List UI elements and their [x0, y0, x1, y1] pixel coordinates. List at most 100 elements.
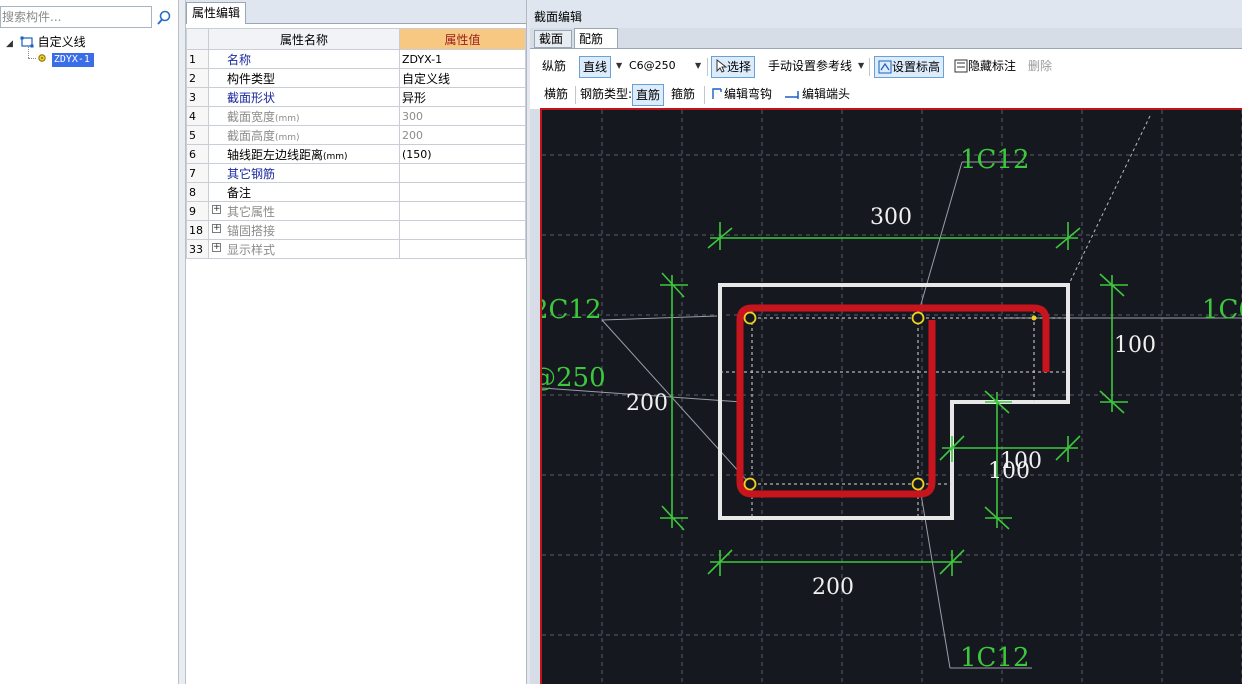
straight-bar-button[interactable]: 直筋 — [632, 84, 665, 106]
property-row[interactable]: 1 名称 ZDYX-1 — [186, 49, 526, 69]
property-name: + 显示样式 — [208, 239, 400, 259]
dim-step-height: 100 — [988, 459, 1030, 484]
tree-expand-icon[interactable]: ◢ — [6, 36, 16, 52]
tab-rebar[interactable]: 配筋 — [574, 28, 618, 49]
tree-item-zdyx-1[interactable]: ZDYX-1 — [30, 50, 94, 67]
search-icon[interactable] — [154, 8, 174, 28]
straight-line-button[interactable]: 直线 — [579, 56, 612, 78]
edit-end-icon — [784, 86, 802, 100]
edit-hook-icon — [710, 86, 724, 100]
property-editor-panel: 属性编辑 属性名称 属性值 1 名称 ZDYX-1 2 构件类型 自定义线 3 — [186, 0, 526, 684]
reference-lines — [720, 310, 1068, 518]
row-number: 33 — [186, 239, 209, 259]
property-value[interactable]: 异形 — [399, 87, 526, 107]
property-value[interactable]: 自定义线 — [399, 68, 526, 88]
manual-ref-line-button[interactable]: 手动设置参考线 — [768, 55, 852, 77]
dim-bottom-width: 200 — [812, 575, 854, 600]
property-name: 截面形状 — [208, 87, 400, 107]
longitudinal-label: 纵筋 — [542, 59, 567, 73]
property-name: + 其它属性 — [208, 201, 400, 221]
expand-plus-icon[interactable]: + — [212, 224, 221, 233]
row-number: 4 — [186, 106, 209, 126]
rebar-label-top: 1C12 — [960, 145, 1030, 175]
rebar-point[interactable] — [743, 477, 757, 491]
property-name: 名称 — [208, 49, 400, 69]
delete-button[interactable]: 删除 — [1028, 55, 1052, 77]
property-value[interactable]: 200 — [399, 125, 526, 145]
set-elevation-button[interactable]: 设置标高 — [874, 56, 945, 78]
rebar-type-label: 钢筋类型: — [580, 87, 633, 101]
property-name: 备注 — [208, 182, 400, 202]
property-value[interactable]: ZDYX-1 — [399, 49, 526, 69]
property-value[interactable] — [399, 182, 526, 202]
row-number: 2 — [186, 68, 209, 88]
hide-annotation-icon — [954, 58, 968, 73]
row-number: 1 — [186, 49, 209, 69]
rebar-point[interactable] — [911, 311, 925, 325]
manual-ref-dropdown-icon[interactable]: ▼ — [858, 55, 864, 77]
dim-right-height: 100 — [1114, 333, 1156, 358]
section-drawing-canvas[interactable]: 300 200 100 100 100 200 1C12 2C12 @250 1… — [540, 108, 1242, 686]
expand-plus-icon[interactable]: + — [212, 243, 221, 252]
tab-property-edit[interactable]: 属性编辑 — [186, 2, 247, 24]
property-row[interactable]: 3 截面形状 异形 — [186, 87, 526, 107]
expand-plus-icon[interactable]: + — [212, 205, 221, 214]
property-group-row[interactable]: 18 + 锚固搭接 — [186, 220, 526, 240]
straight-dropdown-icon[interactable]: ▼ — [616, 55, 622, 77]
dim-left-height: 200 — [626, 391, 668, 416]
unit-label: (mm) — [323, 151, 348, 162]
dimension-lines — [660, 222, 1128, 576]
rebar-toolbar: 纵筋 直线 ▼ C6@250 ▼ 选择 手动设置参考线 ▼ 设置标高 隐藏标注 … — [530, 48, 1242, 109]
property-value[interactable]: (150) — [399, 144, 526, 164]
cursor-arrow-icon — [715, 58, 728, 73]
property-value — [399, 220, 526, 240]
tab-section[interactable]: 截面 — [534, 30, 572, 48]
rebar-point[interactable] — [911, 477, 925, 491]
property-value — [399, 239, 526, 259]
rebar-point[interactable] — [1031, 315, 1037, 321]
rebar-point[interactable] — [743, 311, 757, 325]
rebar-label-distribution: @250 — [542, 363, 606, 393]
tree-item-label: ZDYX-1 — [51, 53, 94, 67]
property-value[interactable]: 300 — [399, 106, 526, 126]
search-input[interactable]: 搜索构件... — [0, 6, 152, 28]
property-name: 轴线距左边线距离(mm) — [208, 144, 400, 164]
edit-hook-button[interactable]: 编辑弯钩 — [710, 83, 772, 105]
property-row[interactable]: 5 截面高度(mm) 200 — [186, 125, 526, 145]
rebar-label-bottom: 1C12 — [960, 643, 1030, 673]
property-value[interactable] — [399, 163, 526, 183]
property-name: 截面宽度(mm) — [208, 106, 400, 126]
grid-header-row: 属性名称 属性值 — [186, 28, 526, 50]
property-row[interactable]: 7 其它钢筋 — [186, 163, 526, 183]
stirrup-button[interactable]: 箍筋 — [671, 83, 695, 105]
hide-annotation-button[interactable]: 隐藏标注 — [954, 55, 1016, 77]
edit-end-button[interactable]: 编辑端头 — [784, 83, 850, 105]
spec-dropdown-icon[interactable]: ▼ — [695, 55, 701, 77]
property-grid: 属性名称 属性值 1 名称 ZDYX-1 2 构件类型 自定义线 3 截面形状 … — [186, 28, 526, 259]
grid-corner — [186, 28, 209, 50]
column-header-name: 属性名称 — [208, 28, 400, 50]
property-group-row[interactable]: 9 + 其它属性 — [186, 201, 526, 221]
window-title: 截面编辑 — [530, 0, 1242, 28]
property-row[interactable]: 2 构件类型 自定义线 — [186, 68, 526, 88]
dim-top-width: 300 — [870, 205, 912, 230]
property-row[interactable]: 8 备注 — [186, 182, 526, 202]
row-number: 18 — [186, 220, 209, 240]
transverse-label: 横筋 — [544, 87, 569, 101]
rebar-label-left: 2C12 — [542, 295, 602, 325]
property-group-row[interactable]: 33 + 显示样式 — [186, 239, 526, 259]
component-tree-panel: 搜索构件... ◢ 自定义线 ZDYX-1 — [0, 0, 178, 684]
row-number: 3 — [186, 87, 209, 107]
property-tab-bar: 属性编辑 — [186, 0, 526, 24]
tree-item-custom-line[interactable]: ◢ 自定义线 — [6, 34, 86, 50]
rebar-spec-input[interactable]: C6@250 — [629, 55, 676, 77]
panel-splitter[interactable] — [178, 0, 186, 684]
elevation-icon — [878, 60, 892, 74]
property-row[interactable]: 6 轴线距左边线距离(mm) (150) — [186, 144, 526, 164]
tree-item-label: 自定义线 — [37, 35, 86, 49]
select-button[interactable]: 选择 — [711, 56, 756, 78]
property-name: 其它钢筋 — [208, 163, 400, 183]
property-row[interactable]: 4 截面宽度(mm) 300 — [186, 106, 526, 126]
property-name: + 锚固搭接 — [208, 220, 400, 240]
rebar-label-right: 1C6 — [1202, 295, 1242, 325]
